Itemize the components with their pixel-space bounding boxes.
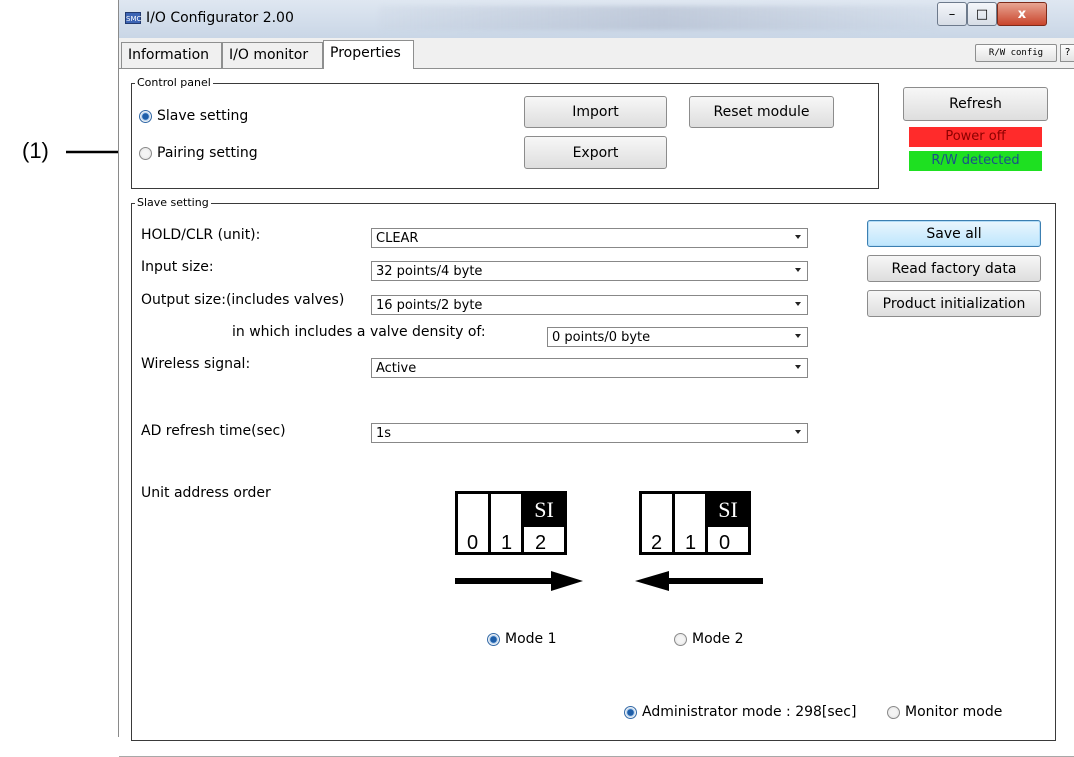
output-size-label: Output size:(includes valves) — [141, 292, 345, 308]
hold-clr-select[interactable]: CLEAR — [371, 228, 808, 248]
mode2-radio-label: Mode 2 — [692, 631, 744, 647]
chevron-down-icon — [795, 268, 801, 272]
wireless-signal-select[interactable]: Active — [371, 358, 808, 378]
wireless-signal-value: Active — [376, 361, 417, 376]
arrow-right-icon — [455, 571, 583, 591]
hold-clr-value: CLEAR — [376, 231, 419, 246]
administrator-mode-label: Administrator mode : 298[sec] — [642, 704, 857, 720]
tab-properties[interactable]: Properties — [323, 40, 414, 69]
maximize-button[interactable]: □ — [967, 2, 997, 26]
valve-density-select[interactable]: 0 points/0 byte — [547, 327, 808, 347]
ad-refresh-label: AD refresh time(sec) — [141, 423, 286, 439]
unit-address-order-label: Unit address order — [141, 485, 271, 501]
rw-status-indicator: R/W detected — [909, 151, 1042, 171]
help-button[interactable]: ? — [1060, 44, 1074, 62]
control-panel-legend: Control panel — [135, 76, 213, 89]
pairing-setting-radio-icon — [139, 146, 152, 160]
pairing-setting-radio[interactable]: Pairing setting — [139, 145, 258, 161]
administrator-mode-radio-icon — [624, 705, 637, 719]
rw-config-button[interactable]: R/W config — [975, 44, 1057, 62]
chevron-down-icon — [795, 235, 801, 239]
mode2-diagram: SI 2 1 0 — [631, 483, 779, 601]
app-logo-icon: SMC — [125, 12, 141, 24]
minimize-icon: – — [948, 6, 956, 22]
import-button[interactable]: Import — [524, 96, 667, 128]
unit-address-digit: 2 — [651, 532, 663, 554]
tab-io-monitor[interactable]: I/O monitor — [222, 42, 323, 68]
chevron-down-icon — [795, 334, 801, 338]
output-size-select[interactable]: 16 points/2 byte — [371, 295, 808, 315]
maximize-icon: □ — [975, 6, 989, 22]
ad-refresh-select[interactable]: 1s — [371, 423, 808, 443]
input-size-select[interactable]: 32 points/4 byte — [371, 261, 808, 281]
title-bar: SMC I/O Configurator 2.00 – □ x — [119, 0, 1074, 38]
output-size-value: 16 points/2 byte — [376, 298, 483, 313]
tab-information[interactable]: Information — [121, 42, 222, 68]
slave-setting-group — [131, 203, 1056, 741]
input-size-label: Input size: — [141, 259, 214, 275]
pairing-setting-radio-label: Pairing setting — [157, 145, 258, 161]
close-button[interactable]: x — [997, 2, 1047, 26]
monitor-mode-label: Monitor mode — [905, 704, 1003, 720]
refresh-button[interactable]: Refresh — [903, 87, 1048, 121]
valve-density-value: 0 points/0 byte — [552, 330, 651, 345]
valve-density-label: in which includes a valve density of: — [232, 324, 486, 340]
unit-address-digit: 0 — [467, 532, 479, 554]
window-title: I/O Configurator 2.00 — [146, 10, 294, 26]
annotation-label: (1) — [22, 138, 49, 163]
slave-setting-legend: Slave setting — [135, 196, 211, 209]
input-size-value: 32 points/4 byte — [376, 264, 483, 279]
mode1-radio[interactable]: Mode 1 — [487, 631, 557, 647]
si-label: SI — [521, 491, 567, 527]
read-factory-data-button[interactable]: Read factory data — [867, 255, 1041, 282]
chevron-down-icon — [795, 302, 801, 306]
mode2-radio-icon — [674, 632, 687, 646]
chevron-down-icon — [795, 365, 801, 369]
product-initialization-button[interactable]: Product initialization — [867, 290, 1041, 317]
slave-setting-radio-icon — [139, 109, 152, 123]
arrow-left-icon — [635, 571, 763, 591]
unit-address-digit: 0 — [719, 532, 731, 554]
properties-panel: Control panel Slave setting Pairing sett… — [119, 69, 1074, 757]
reset-module-button[interactable]: Reset module — [689, 96, 834, 128]
administrator-mode-radio[interactable]: Administrator mode : 298[sec] — [624, 704, 856, 720]
monitor-mode-radio[interactable]: Monitor mode — [887, 704, 1002, 720]
unit-address-digit: 1 — [685, 532, 697, 554]
chevron-down-icon — [795, 430, 801, 434]
mode2-radio[interactable]: Mode 2 — [674, 631, 744, 647]
blurred-background — [379, 6, 939, 30]
power-status-indicator: Power off — [909, 127, 1042, 147]
save-all-button[interactable]: Save all — [867, 220, 1041, 247]
mode1-radio-icon — [487, 632, 500, 646]
mode1-radio-label: Mode 1 — [505, 631, 557, 647]
close-icon: x — [1017, 6, 1027, 22]
wireless-signal-label: Wireless signal: — [141, 356, 251, 372]
ad-refresh-value: 1s — [376, 426, 392, 441]
minimize-button[interactable]: – — [937, 2, 967, 26]
slave-setting-radio[interactable]: Slave setting — [139, 108, 248, 124]
si-label: SI — [705, 491, 751, 527]
mode1-diagram: SI 0 1 2 — [447, 483, 595, 601]
hold-clr-label: HOLD/CLR (unit): — [141, 227, 261, 243]
app-window: SMC I/O Configurator 2.00 – □ x Informat… — [118, 0, 1074, 757]
monitor-mode-radio-icon — [887, 705, 900, 719]
unit-address-digit: 1 — [501, 532, 513, 554]
unit-address-digit: 2 — [535, 532, 547, 554]
slave-setting-radio-label: Slave setting — [157, 108, 249, 124]
export-button[interactable]: Export — [524, 136, 667, 169]
